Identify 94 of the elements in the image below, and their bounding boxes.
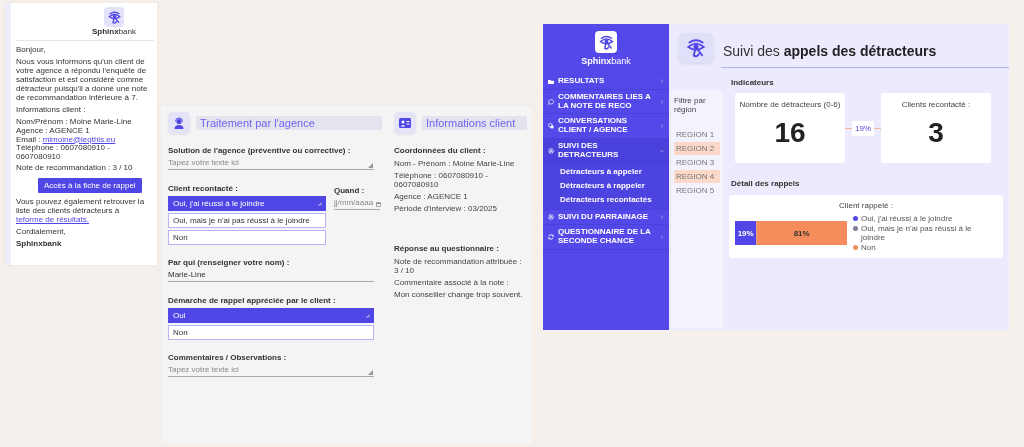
section-title: Informations client <box>422 116 527 130</box>
page-title: Suivi des appels des détracteurs <box>721 42 1009 68</box>
section-heading: Détail des rappels <box>731 179 801 188</box>
brand-name: Sphinxbank <box>92 28 137 37</box>
field-label: Par qui (renseigner votre nom) : <box>168 258 291 267</box>
info-line: Période d'interview : 03/2025 <box>394 204 498 213</box>
info-line: Nom/Prénom : Moine Marie-Line <box>16 117 133 127</box>
eye-icon <box>106 9 122 25</box>
submenu-item[interactable]: Détracteurs recontactés <box>543 192 669 207</box>
choice-option[interactable]: Oui <box>168 308 374 323</box>
info-line: Agence : AGENCE 1 <box>16 126 91 135</box>
submenu-item[interactable]: Détracteurs à appeler <box>543 164 669 179</box>
gear-icon <box>548 213 554 220</box>
chevron-icon <box>660 214 664 219</box>
sidebar-item[interactable]: CONVERSATIONS CLIENT / AGENCE <box>543 114 669 139</box>
field-label: Client recontacté : <box>168 184 239 193</box>
info-line: Téléphone : 0607080910 - 0607080910 <box>394 171 489 189</box>
data-label: 81% <box>793 228 810 238</box>
card-value: 16 <box>774 117 806 149</box>
folder-icon <box>548 78 554 84</box>
legend-label: Oui, mais je n'ai pas réussi à le joindre <box>861 224 973 242</box>
section-title: Traitement par l'agence <box>196 116 382 130</box>
email-body-text: Nous vous informons qu'un client de votre agence a répondu l'enquête de satisfaction et est considéré comme détracteur puisqu'il a donné une note de recommandation inférieure à 7. <box>16 57 149 103</box>
legend-label: Oui, j'ai réussi à le joindre <box>861 214 953 223</box>
info-line: Commentaire associé à la note : <box>394 278 510 287</box>
region-item[interactable]: REGION 2 <box>674 142 720 155</box>
region-item[interactable]: REGION 5 <box>674 184 720 197</box>
info-line: Agence : AGENCE 1 <box>394 192 469 201</box>
card-label: Clients recontacté : <box>901 100 971 109</box>
headset-person-icon <box>173 117 185 129</box>
field-label: Quand : <box>334 186 366 195</box>
choice-option[interactable]: Non <box>168 230 326 245</box>
section-heading: Réponse au questionnaire : <box>394 244 500 253</box>
bar-segment: 81% <box>756 221 847 245</box>
text-area-field[interactable]: Tapez votre texte ici <box>168 365 374 377</box>
results-link[interactable]: teforme de résultats. <box>16 215 89 225</box>
footer-text: Vous pouvez également retrouver la liste des clients détracteurs à teforme de résultats. <box>16 198 146 226</box>
sidebar-item[interactable]: COMMENTAIRES LIES A LA NOTE DE RECO <box>543 89 669 115</box>
check-icon <box>318 201 322 206</box>
section-heading: Indicateurs <box>731 78 775 87</box>
resize-grip-icon <box>368 163 373 168</box>
section-heading: Coordonnées du client : <box>394 146 487 155</box>
region-item[interactable]: REGION 3 <box>674 156 720 169</box>
chart-title: Client rappelé : <box>839 201 893 210</box>
sidebar-item[interactable]: SUIVI DES DETRACTEURS <box>543 139 669 164</box>
ratio-label: 19% <box>852 120 874 136</box>
filter-label: Filtre par région <box>674 96 707 114</box>
resize-grip-icon <box>368 370 373 375</box>
region-item[interactable]: REGION 4 <box>674 170 720 183</box>
sidebar-item[interactable]: QUESTIONNAIRE DE LA SECONDE CHANCE <box>543 225 669 250</box>
comment-icon <box>548 98 554 105</box>
card-value: 3 <box>928 117 944 149</box>
closing-text: Cordialement, <box>16 228 67 238</box>
email-link[interactable]: mlmoine@leqthis.eu <box>42 134 116 144</box>
info-line: Note de recommandation attribuée : 3 / 10 <box>394 257 523 275</box>
chevron-icon <box>660 99 664 104</box>
chevron-icon <box>660 235 664 240</box>
gear-icon <box>548 147 554 154</box>
greeting-text: Bonjour, <box>16 45 47 55</box>
data-label: 19% <box>737 228 754 238</box>
signature-text: Sphinxbank <box>16 240 63 250</box>
calendar-icon <box>376 202 381 207</box>
callback-sheet-button[interactable]: Accès à la fiche de rappel <box>38 178 142 194</box>
info-heading: Informations client : <box>16 105 87 115</box>
date-field[interactable]: jj/mm/aaaa <box>334 198 380 210</box>
field-label: Commentaires / Observations : <box>168 353 288 362</box>
info-line: Mon conseiller change trop souvent. <box>394 290 524 299</box>
submenu-item[interactable]: Détracteurs à rappeler <box>543 178 669 193</box>
legend-label: Non <box>861 243 876 252</box>
email-line: Email : mlmoine@leqthis.eu <box>16 135 117 144</box>
eye-icon <box>685 37 707 59</box>
region-item[interactable]: REGION 1 <box>674 128 720 141</box>
brand-name: Sphinxbank <box>581 56 631 66</box>
choice-option[interactable]: Oui, mais je n'ai pas réussi à le joindre <box>168 213 326 228</box>
chevron-icon <box>660 124 664 129</box>
choice-option[interactable]: Oui, j'ai réussi à le joindre <box>168 196 326 211</box>
chat-icon <box>548 123 554 130</box>
text-area-field[interactable]: Tapez votre texte ici <box>168 158 374 170</box>
sidebar-item[interactable]: SUIVI DU PARRAINAGE <box>543 209 669 226</box>
chevron-icon <box>660 79 664 84</box>
check-icon <box>366 313 370 318</box>
choice-option[interactable]: Non <box>168 325 374 340</box>
text-field[interactable]: Marie-Line <box>168 270 374 282</box>
score-text: Note de recommandation : 3 / 10 <box>16 164 134 174</box>
bar-segment: 19% <box>735 221 757 245</box>
eye-icon <box>597 33 615 51</box>
refresh-icon <box>548 234 554 241</box>
field-label: Solution de l'agence (préventive ou corrective) : <box>168 146 352 155</box>
info-line: Nom - Prénom : Moine Marie-Line <box>394 159 516 168</box>
card-label: Nombre de détracteurs (0-6) <box>739 100 841 109</box>
sidebar-item[interactable]: RESULTATS <box>543 74 669 90</box>
info-line: Téléphone : 0607080910 - 0607080910 <box>16 144 110 163</box>
field-label: Démarche de rappel appréciée par le client : <box>168 296 337 305</box>
id-card-icon <box>399 118 411 128</box>
